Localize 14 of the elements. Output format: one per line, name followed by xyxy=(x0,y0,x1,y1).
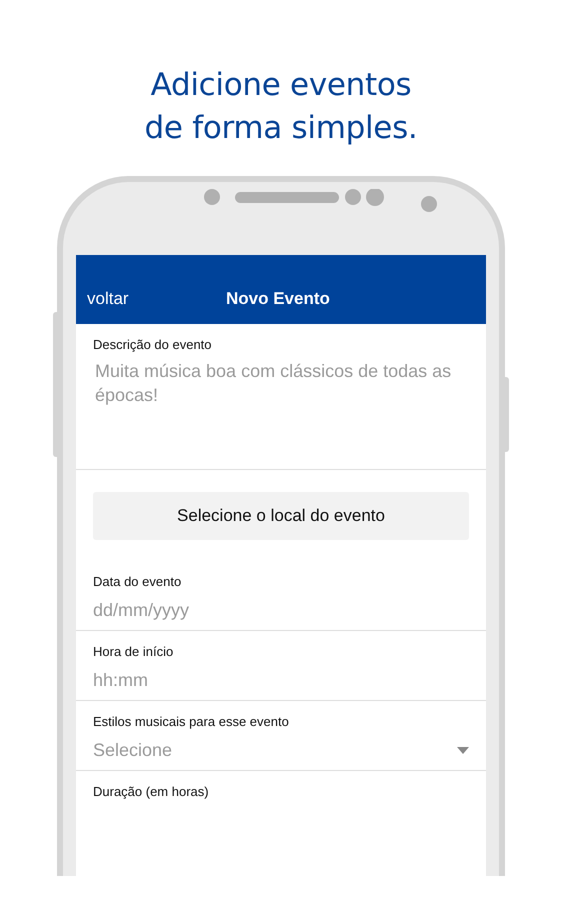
back-link[interactable]: voltar xyxy=(87,289,129,309)
description-field[interactable]: Muita música boa com clássicos de todas as épocas! xyxy=(93,359,475,469)
dropdown-caret-icon xyxy=(457,746,469,754)
field-label: Duração (em horas) xyxy=(93,784,210,800)
field-label: Estilos musicais para esse evento xyxy=(93,714,290,730)
headline: de forma simples. xyxy=(144,109,418,148)
field-label: Descrição do evento xyxy=(93,337,213,353)
screen-title: Novo Evento xyxy=(226,289,330,309)
input-field[interactable]: dd/mm/yyyy xyxy=(93,590,453,630)
location-button[interactable]: Selecione o local do evento xyxy=(93,492,469,540)
headline: Adicione eventos xyxy=(150,66,412,105)
field-label: Data do evento xyxy=(93,574,182,590)
input-field[interactable]: hh:mm xyxy=(93,660,453,700)
field-label: Hora de início xyxy=(93,644,174,660)
